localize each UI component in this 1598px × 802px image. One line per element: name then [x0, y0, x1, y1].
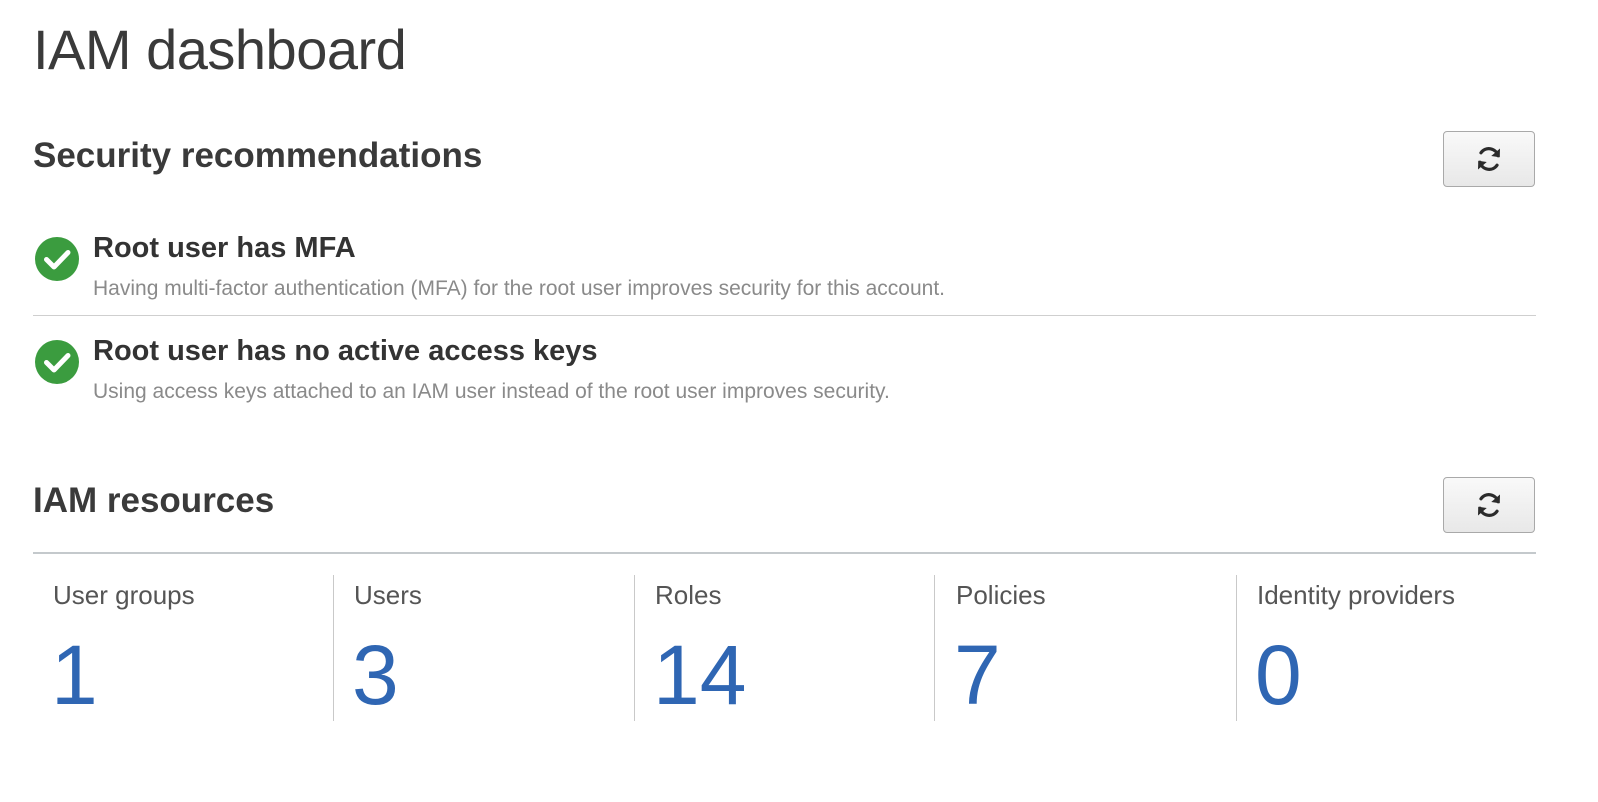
resource-label: Identity providers — [1257, 580, 1455, 610]
security-recommendations-heading: Security recommendations — [33, 136, 483, 175]
resources-refresh-button[interactable] — [1443, 477, 1535, 533]
page-title: IAM dashboard — [33, 18, 407, 81]
roles-count-link[interactable]: 14 — [653, 627, 746, 723]
recommendation-description: Using access keys attached to an IAM use… — [93, 380, 890, 403]
resource-tile-identity-providers: Identity providers 0 — [1255, 575, 1536, 723]
check-circle-icon — [35, 340, 79, 384]
resource-label: Users — [354, 580, 422, 610]
policies-count-link[interactable]: 7 — [954, 627, 1001, 723]
check-circle-icon — [35, 237, 79, 281]
tile-separator — [1236, 575, 1237, 721]
tile-separator — [634, 575, 635, 721]
resource-label: Policies — [956, 580, 1046, 610]
recommendation-description: Having multi-factor authentication (MFA)… — [93, 277, 946, 300]
resources-divider — [33, 552, 1536, 554]
recommendation-title: Root user has no active access keys — [93, 335, 598, 367]
tile-separator — [934, 575, 935, 721]
resource-tile-roles: Roles 14 — [653, 575, 925, 723]
security-refresh-button[interactable] — [1443, 131, 1535, 187]
recommendation-title: Root user has MFA — [93, 232, 356, 264]
resource-label: Roles — [655, 580, 722, 610]
iam-resources-heading: IAM resources — [33, 481, 275, 520]
resource-tile-policies: Policies 7 — [954, 575, 1226, 723]
tile-separator — [333, 575, 334, 721]
resource-label: User groups — [53, 580, 195, 610]
resource-tile-users: Users 3 — [352, 575, 624, 723]
user-groups-count-link[interactable]: 1 — [51, 627, 98, 723]
resource-tile-user-groups: User groups 1 — [51, 575, 323, 723]
refresh-icon — [1478, 493, 1500, 517]
recommendation-divider — [33, 315, 1536, 316]
users-count-link[interactable]: 3 — [352, 627, 399, 723]
identity-providers-count-link[interactable]: 0 — [1255, 627, 1302, 723]
recommendation-item: Root user has MFA Having multi-factor au… — [33, 230, 1536, 310]
refresh-icon — [1478, 147, 1500, 171]
recommendation-item: Root user has no active access keys Usin… — [33, 333, 1536, 413]
